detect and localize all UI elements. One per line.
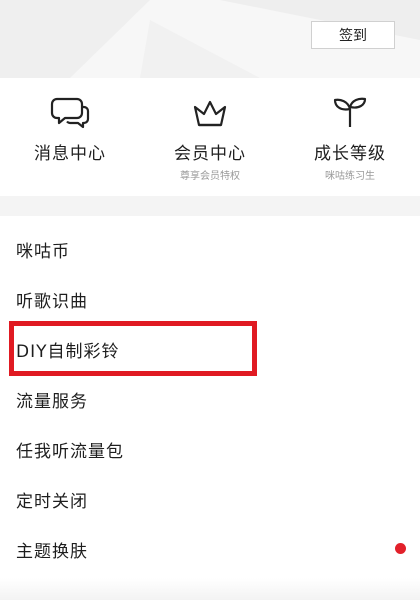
chat-bubbles-icon [49, 92, 91, 132]
menu-item-sleep-timer[interactable]: 定时关闭 [0, 474, 420, 524]
menu-item-label: 主题换肤 [16, 541, 88, 562]
menu-item-diy-ringtone[interactable]: DIY自制彩铃 [0, 324, 420, 374]
message-center-label: 消息中心 [34, 144, 106, 164]
section-divider [0, 196, 420, 216]
menu-item-label: 流量服务 [16, 391, 88, 412]
bottom-fade [0, 578, 420, 600]
menu-item-data-service[interactable]: 流量服务 [0, 374, 420, 424]
menu-item-label: 定时关闭 [16, 491, 88, 512]
menu-item-label: 咪咕币 [16, 241, 70, 262]
shortcut-row: 消息中心 会员中心 尊享会员特权 成长等级 咪咕练习生 [0, 78, 420, 196]
menu-item-label: 任我听流量包 [16, 441, 124, 462]
menu-item-theme-skin[interactable]: 主题换肤 [0, 524, 420, 574]
growth-level-shortcut[interactable]: 成长等级 咪咕练习生 [280, 92, 420, 192]
menu-item-label: DIY自制彩铃 [16, 341, 120, 362]
growth-level-label: 成长等级 [314, 144, 386, 164]
crown-icon [189, 92, 231, 132]
growth-level-subtitle: 咪咕练习生 [325, 171, 375, 182]
message-center-shortcut[interactable]: 消息中心 [0, 92, 140, 192]
signin-button[interactable]: 签到 [311, 21, 395, 49]
vip-center-subtitle: 尊享会员特权 [180, 171, 240, 182]
menu-item-label: 听歌识曲 [16, 291, 88, 312]
menu-list: 咪咕币 听歌识曲 DIY自制彩铃 流量服务 任我听流量包 定时关闭 主题换肤 [0, 216, 420, 600]
vip-center-label: 会员中心 [174, 144, 246, 164]
new-badge-dot [395, 543, 406, 554]
sprout-icon [329, 92, 371, 132]
menu-item-song-recognition[interactable]: 听歌识曲 [0, 274, 420, 324]
menu-item-data-package[interactable]: 任我听流量包 [0, 424, 420, 474]
header-banner: 签到 [0, 0, 420, 78]
menu-item-migu-coins[interactable]: 咪咕币 [0, 224, 420, 274]
vip-center-shortcut[interactable]: 会员中心 尊享会员特权 [140, 92, 280, 192]
